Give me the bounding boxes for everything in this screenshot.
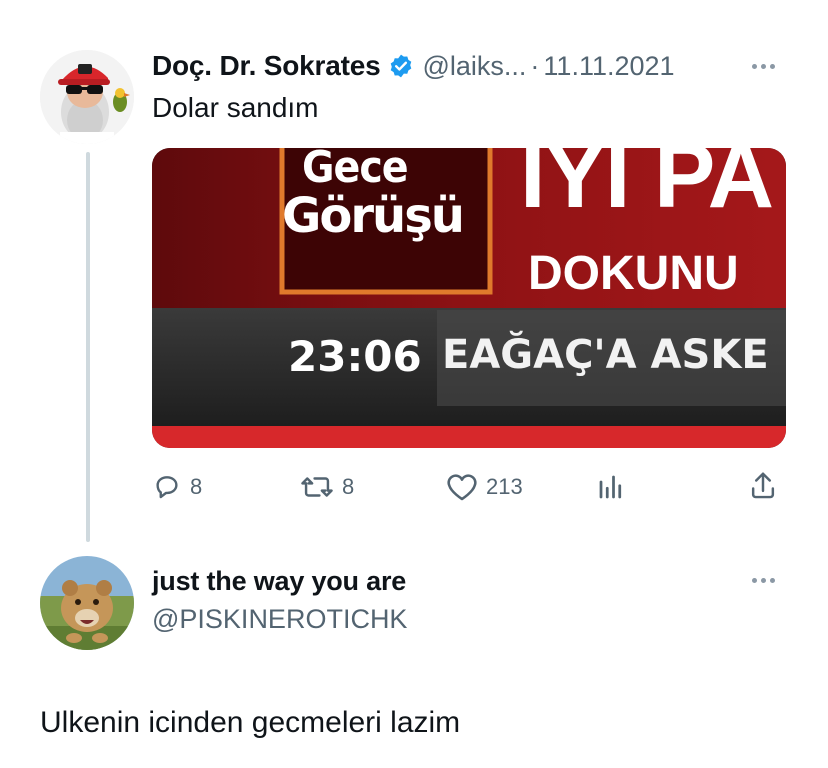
news-subheadline: DOKUNU — [528, 247, 739, 300]
like-count: 213 — [486, 474, 523, 499]
reply-count: 8 — [190, 474, 203, 499]
reply-author-name[interactable]: just the way you are — [152, 566, 406, 597]
author-name[interactable]: Doç. Dr. Sokrates — [152, 50, 381, 82]
header-separator: · — [530, 50, 540, 81]
tweet-more-options-icon[interactable] — [752, 64, 775, 69]
lion-cub-avatar-image — [40, 556, 134, 650]
reply-button[interactable]: 8 — [152, 472, 202, 502]
tweet-text: Dolar sandım — [152, 92, 319, 123]
thread-connector-line — [86, 152, 90, 542]
retweet-icon — [301, 477, 333, 497]
reply-text: Ulkenin icinden gecmeleri lazim — [40, 706, 461, 739]
author-handle[interactable]: @laiks... — [422, 51, 526, 82]
tweet-header: Doç. Dr. Sokrates @laiks... · 11.11.2021 — [152, 48, 675, 84]
reply-more-options-icon[interactable] — [752, 578, 775, 583]
heart-icon — [447, 474, 477, 501]
retweet-count: 8 — [342, 474, 355, 499]
reply-icon — [156, 476, 178, 499]
share-icon[interactable] — [748, 470, 778, 507]
views-analytics-icon[interactable] — [596, 472, 626, 507]
tweet-date[interactable]: 11.11.2021 — [543, 51, 674, 82]
news-headline: İYİ PA — [520, 148, 774, 227]
author-avatar[interactable] — [40, 50, 134, 144]
show-title-line-1: Gece — [302, 148, 409, 193]
like-button[interactable]: 213 — [446, 472, 523, 502]
sokrates-avatar-image — [40, 50, 134, 144]
retweet-button[interactable]: 8 — [300, 472, 354, 502]
tweet-media-image[interactable]: Gece Görüşü İYİ PA DOKUNU 23:06 EAĞAÇ'A … — [152, 148, 786, 448]
news-ticker-text: EAĞAÇ'A ASKE — [442, 332, 769, 378]
verified-badge-icon — [388, 53, 414, 79]
news-clock: 23:06 — [288, 332, 422, 381]
reply-author-avatar[interactable] — [40, 556, 134, 650]
show-title-line-2: Görüşü — [282, 188, 465, 244]
reply-author-handle[interactable]: @PISKINEROTICHK — [152, 604, 407, 635]
